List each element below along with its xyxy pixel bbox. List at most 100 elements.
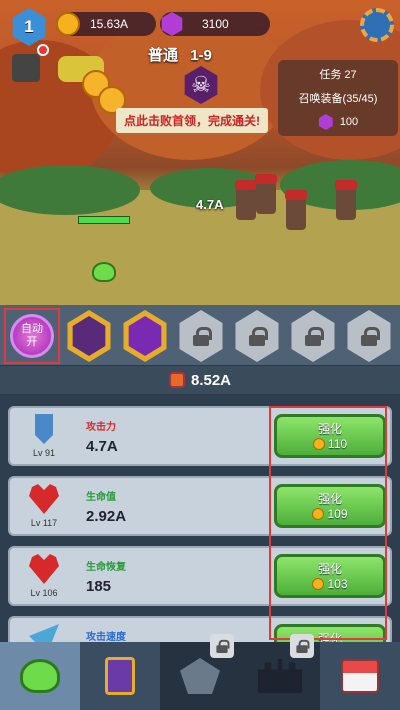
coin-icon (56, 12, 80, 36)
player-level: 1 (24, 17, 34, 36)
shop-icon (341, 659, 379, 693)
skill-slot-4[interactable] (235, 310, 279, 362)
skill-slot-2[interactable] (123, 310, 167, 362)
upgrade-button-label: 强化 (317, 492, 342, 506)
tornado-skill-icon (72, 316, 106, 356)
upgrade-value: 185 (86, 578, 112, 595)
lock-icon (305, 327, 324, 346)
nav-lock-badge (210, 634, 234, 658)
stage-number: 1-9 (190, 47, 212, 64)
lock-icon (193, 327, 212, 346)
stage-mode: 普通 (148, 47, 179, 64)
upgrade-button[interactable]: 强化 109 (274, 484, 386, 528)
skill-bar: 自动开 (0, 305, 400, 365)
top-bar: 1 15.63A 3100 (0, 0, 400, 46)
upgrade-card-regen: Lv 106 生命恢复 185 强化 103 (8, 546, 392, 606)
coin-icon (312, 508, 325, 520)
heart-plus-icon (29, 554, 59, 584)
battle-icon (180, 658, 220, 694)
auto-button[interactable]: 自动开 (4, 308, 60, 364)
nav-battle[interactable] (160, 634, 240, 710)
stage-label: 普通 1-9 (148, 44, 212, 65)
skill-slot-3[interactable] (179, 310, 223, 362)
player-hp-bar (78, 216, 130, 224)
quest-reward-amount: 100 (339, 116, 359, 128)
upgrade-button[interactable]: 强化 110 (274, 414, 386, 458)
power-icon (168, 372, 185, 388)
bottom-nav (0, 634, 400, 710)
lock-icon (361, 327, 380, 346)
skill-slot-1[interactable] (67, 310, 111, 362)
nav-cards[interactable] (80, 642, 160, 710)
auto-toggle[interactable]: 自动开 (10, 314, 54, 358)
enemy-bandit (255, 174, 277, 214)
upgrade-name: 生命恢复 (86, 562, 126, 573)
auto-state: 开 (26, 336, 38, 348)
slime-icon (20, 659, 60, 693)
nav-slime[interactable] (0, 642, 80, 710)
power-value: 8.52A (190, 371, 232, 389)
upgrade-cost: 110 (327, 437, 348, 451)
lock-icon (216, 639, 230, 653)
gem-icon (318, 114, 333, 130)
skull-icon: ☠ (191, 72, 211, 97)
upgrade-value: 4.7A (86, 438, 118, 455)
upgrade-list[interactable]: Lv 91 攻击力 4.7A 强化 110 Lv 117 生命值 2.92A 强… (0, 394, 400, 642)
upgrade-button[interactable]: 强化 103 (274, 554, 386, 598)
skill-slot-5[interactable] (291, 310, 335, 362)
enemy-bandit (335, 180, 357, 220)
upgrade-cost: 109 (327, 507, 348, 521)
coin-amount: 15.63A (90, 17, 129, 31)
enemy-bandit (285, 190, 307, 230)
quest-panel[interactable]: 任务 27 召唤装备(35/45) 100 (278, 60, 398, 136)
gem-amount: 3100 (202, 17, 229, 31)
settings-gear-icon[interactable] (360, 8, 394, 42)
player-slime (92, 262, 116, 282)
stat-icon-box: Lv 117 (16, 482, 72, 534)
upgrade-name: 攻击速度 (86, 632, 126, 642)
upgrade-cost: 103 (327, 577, 348, 591)
player-level-badge[interactable]: 1 (12, 8, 46, 46)
skill-slot-6[interactable] (347, 310, 391, 362)
dice-icon[interactable] (12, 54, 40, 82)
gem-counter: 3100 (160, 12, 270, 36)
upgrade-name: 攻击力 (86, 422, 116, 433)
upgrade-card-attack: Lv 91 攻击力 4.7A 强化 110 (8, 406, 392, 466)
coin-counter: 15.63A (56, 12, 156, 36)
quest-desc: 召唤装备(35/45) (298, 93, 378, 105)
upgrade-card-attack-speed: 攻击速度 强化 (8, 616, 392, 642)
battle-scene: 1 15.63A 3100 普通 1-9 ☠ 点此击败首领，完成通关! 任务 2… (0, 0, 400, 305)
sword-icon (35, 414, 53, 444)
upgrade-level: Lv 117 (30, 518, 58, 528)
upgrade-level: Lv 91 (32, 448, 56, 458)
upgrade-value: 2.92A (86, 508, 127, 525)
stat-icon-box: Lv 91 (16, 412, 72, 464)
auto-label: 自动 (21, 322, 43, 335)
lock-icon (296, 639, 310, 653)
combat-power: 8.52A (0, 366, 400, 394)
lock-icon (249, 327, 268, 346)
coin-icon (312, 578, 325, 590)
upgrade-name: 生命值 (86, 492, 116, 503)
coin-icon (312, 438, 325, 450)
plus-skill-icon (128, 316, 162, 356)
enemy-bandit (235, 180, 257, 220)
stat-icon-box (16, 622, 72, 642)
upgrade-button-label: 强化 (317, 562, 342, 576)
nav-lock-badge (290, 634, 314, 658)
quest-title: 任务 27 (319, 69, 357, 81)
boss-hint[interactable]: 点此击败首领，完成通关! (116, 108, 268, 133)
upgrade-card-hp: Lv 117 生命值 2.92A 强化 109 (8, 476, 392, 536)
upgrade-level: Lv 106 (30, 588, 58, 598)
stat-icon-box: Lv 106 (16, 552, 72, 604)
gem-icon (161, 12, 183, 36)
nav-castle[interactable] (240, 634, 320, 710)
nav-shop[interactable] (320, 642, 400, 710)
card-icon (105, 657, 135, 695)
castle-icon (258, 659, 302, 693)
damage-text: 4.7A (196, 197, 224, 212)
speed-icon (29, 624, 59, 642)
notification-dot (37, 44, 49, 56)
upgrade-button-label: 强化 (317, 422, 342, 436)
quest-reward: 100 (278, 114, 398, 130)
